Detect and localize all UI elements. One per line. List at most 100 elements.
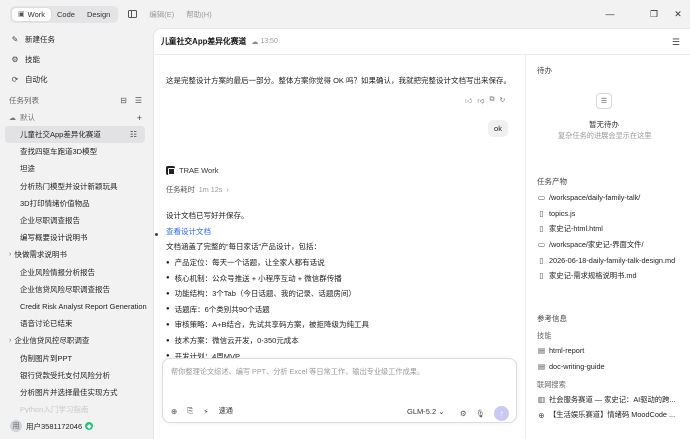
user-message: ok	[488, 120, 508, 137]
toggle-sidebar-icon[interactable]	[128, 10, 138, 18]
artifact-item[interactable]: ▯ 2026-06-18-daily-family-talk-design.md	[537, 252, 687, 268]
artifact-item[interactable]: ▯ 家史记-需求规格说明书.md	[537, 268, 687, 284]
settings-icon[interactable]: ⚙	[460, 409, 467, 418]
chat-input[interactable]: 帮你整理论文综述、编写 PPT、分析 Excel 等日常工作，输出专业级工作成果…	[162, 358, 517, 423]
chevron-right-icon: ›	[226, 185, 229, 194]
agent-name: TRAE Work	[179, 166, 219, 175]
message-line: 设计文档已写好并保存。	[166, 211, 249, 221]
skills-icon: ⚙	[11, 54, 19, 64]
mode-work-tab[interactable]: ▣ Work	[12, 7, 51, 21]
task-list-header: 任务列表 ⊟ ☰	[9, 96, 142, 105]
close-icon[interactable]: ✕	[668, 0, 688, 28]
task-item[interactable]: 查找四驱车跑道3D模型	[0, 143, 150, 160]
task-menu-icon[interactable]: ☷	[130, 130, 137, 139]
task-item[interactable]: 企业尽职调查报告	[0, 212, 150, 229]
task-item[interactable]: 企业风险情报分析报告	[0, 264, 150, 281]
bullet-item: ● 功能结构：3个Tab（今日话题、我的记录、话题房间）	[166, 289, 356, 299]
file-icon: ▯	[539, 255, 544, 265]
briefcase-icon: ▣	[18, 11, 25, 18]
chevron-right-icon: ›	[9, 251, 12, 259]
nav-new-task[interactable]: ✎ 新建任务	[0, 29, 150, 49]
automation-icon: ⟳	[11, 74, 19, 84]
add-context-icon[interactable]: ⊕	[171, 407, 177, 416]
agent-header: TRAE Work	[166, 166, 218, 175]
trae-logo-icon	[166, 166, 175, 175]
minimize-icon[interactable]: —	[600, 0, 620, 28]
task-group-default[interactable]: ☁ 默认 +	[0, 109, 150, 126]
add-task-icon[interactable]: +	[137, 113, 142, 123]
task-item-active[interactable]: 儿童社交App差异化赛道 ☷	[5, 126, 145, 144]
send-button[interactable]: ↑	[494, 406, 510, 421]
thumbs-up-icon[interactable]: 👍︎	[465, 96, 472, 105]
task-item[interactable]: 坦途	[0, 160, 150, 177]
conversation-header: 儿童社交App差异化赛道 ☁ 13:50 ☰	[154, 29, 690, 55]
chevron-down-icon: ⌄	[438, 407, 445, 416]
task-item[interactable]: Credit Risk Analyst Report Generation	[0, 298, 150, 315]
filter-icon[interactable]: ☰	[135, 96, 142, 105]
collapse-icon[interactable]: ⊟	[120, 96, 127, 105]
search-result[interactable]: ▥ 社会服务赛道 — 家史记：AI驱动的跨...	[537, 392, 687, 408]
task-item[interactable]: 编写概要设计说明书	[0, 229, 150, 246]
task-item[interactable]: 银行贷款受托支付风险分析	[0, 367, 150, 384]
speed-icon[interactable]: ⚡︎	[203, 407, 208, 416]
task-item[interactable]: 3D打印情绪价值物品	[0, 195, 150, 212]
pending-hint: 复杂任务的进展会显示在这里	[558, 131, 652, 140]
assistant-message: 这是完整设计方案的最后一部分。整体方案你觉得 OK 吗？如果确认，我就把完整设计…	[166, 76, 512, 85]
nav-automation[interactable]: ⟳ 自动化	[0, 69, 150, 89]
bullet-item: ● 产品定位：每天一个话题，让全家人都有话说	[166, 258, 325, 268]
reference-title: 参考信息	[537, 314, 567, 323]
message-line: 文档涵盖了完整的“每日家话”产品设计，包括：	[166, 242, 321, 252]
page-title: 儿童社交App差异化赛道	[161, 37, 247, 46]
task-item[interactable]: 分析热门模型并设计新颖玩具	[0, 178, 150, 195]
artifact-item[interactable]: ▯ topics.js	[537, 206, 687, 222]
user-name: 用户3581172046	[26, 421, 83, 431]
file-icon: ▯	[539, 208, 544, 218]
task-duration[interactable]: 任务耗时 1m 12s ›	[166, 185, 229, 195]
file-icon: ▯	[539, 224, 544, 234]
task-item[interactable]: 语音讨论已结束	[0, 315, 150, 332]
artifact-item[interactable]: ▭/workspace/daily-family-talk/	[537, 190, 687, 206]
input-toolbar: ⊕ ⎘ ⚡︎ 速通	[171, 406, 233, 416]
skill-item[interactable]: ▤ doc-writing-guide	[537, 359, 687, 375]
input-placeholder: 帮你整理论文综述、编写 PPT、分析 Excel 等日常工作，输出专业级工作成果…	[171, 367, 425, 376]
thumbs-down-icon[interactable]: 👎︎	[477, 96, 484, 105]
folder-icon: ▭	[537, 240, 546, 250]
view-doc-link[interactable]: 查看设计文档	[166, 224, 516, 240]
bullet-item: ● 技术方案：微信云开发，0-350元成本	[166, 336, 299, 346]
model-selector[interactable]: GLM-5.2 ⌄	[407, 407, 445, 416]
task-item[interactable]: 分析图片并选择最佳实现方式	[0, 384, 150, 401]
artifact-item[interactable]: ▭/workspace/家史记-界面文件/	[537, 237, 687, 253]
empty-list-icon: ☰	[596, 93, 612, 109]
nav-skills[interactable]: ⚙ 技能	[0, 49, 150, 69]
task-subgroup[interactable]: › 企业信贷风控尽职调查	[0, 332, 150, 349]
main-panel: 儿童社交App差异化赛道 ☁ 13:50 ☰ 这是完整设计方案的最后一部分。整体…	[153, 28, 690, 439]
mode-code-tab[interactable]: Code	[51, 8, 81, 21]
maximize-icon[interactable]: ❐	[644, 0, 664, 28]
bullet-item: ● 核心机制：公众号推送 + 小程序互动 + 微信群传播	[166, 273, 342, 283]
panel-settings-icon[interactable]: ☰	[672, 37, 680, 48]
search-list: ▥ 社会服务赛道 — 家史记：AI驱动的跨... ⊕ 【生活娱乐赛道】情绪码 Moo…	[537, 392, 687, 423]
cloud-icon: ☁	[9, 114, 16, 122]
speed-mode-button[interactable]: 速通	[219, 406, 233, 416]
search-result[interactable]: ⊕ 【生活娱乐赛道】情绪码 MoodCode ...	[537, 408, 687, 424]
skill-item[interactable]: ▤ html-report	[537, 343, 687, 359]
copy-icon[interactable]: ⧉	[489, 96, 494, 105]
attach-icon[interactable]: ⎘	[187, 406, 193, 416]
title-bar: ▣ Work Code Design 编辑(E) 帮助(H) — ❐ ✕	[0, 0, 690, 28]
pending-title: 待办	[537, 66, 552, 75]
timestamp: 13:50	[260, 38, 278, 45]
artifacts-title: 任务产物	[537, 177, 567, 186]
menu-edit[interactable]: 编辑(E)	[149, 9, 174, 20]
artifacts-list: ▭/workspace/daily-family-talk/ ▯ topics.j…	[537, 190, 687, 284]
menu-help[interactable]: 帮助(H)	[186, 9, 211, 20]
sidebar: ✎ 新建任务 ⚙ 技能 ⟳ 自动化 任务列表 ⊟ ☰ ☁ 默认 + 儿童社交Ap…	[0, 28, 150, 439]
artifact-item[interactable]: ▯ 家史记-html.html	[537, 221, 687, 237]
mode-design-tab[interactable]: Design	[81, 8, 116, 21]
user-footer[interactable]: 用 用户3581172046 ◆	[0, 413, 150, 439]
book-icon: ▥	[537, 395, 546, 405]
task-item[interactable]: 伪制图片到PPT	[0, 349, 150, 366]
task-subgroup[interactable]: › 快做需求说明书	[0, 246, 150, 263]
voice-icon[interactable]: 🎙︎	[476, 409, 486, 418]
task-item[interactable]: 企业信贷风险尽职调查报告	[0, 281, 150, 298]
retry-icon[interactable]: ↻	[499, 96, 505, 105]
